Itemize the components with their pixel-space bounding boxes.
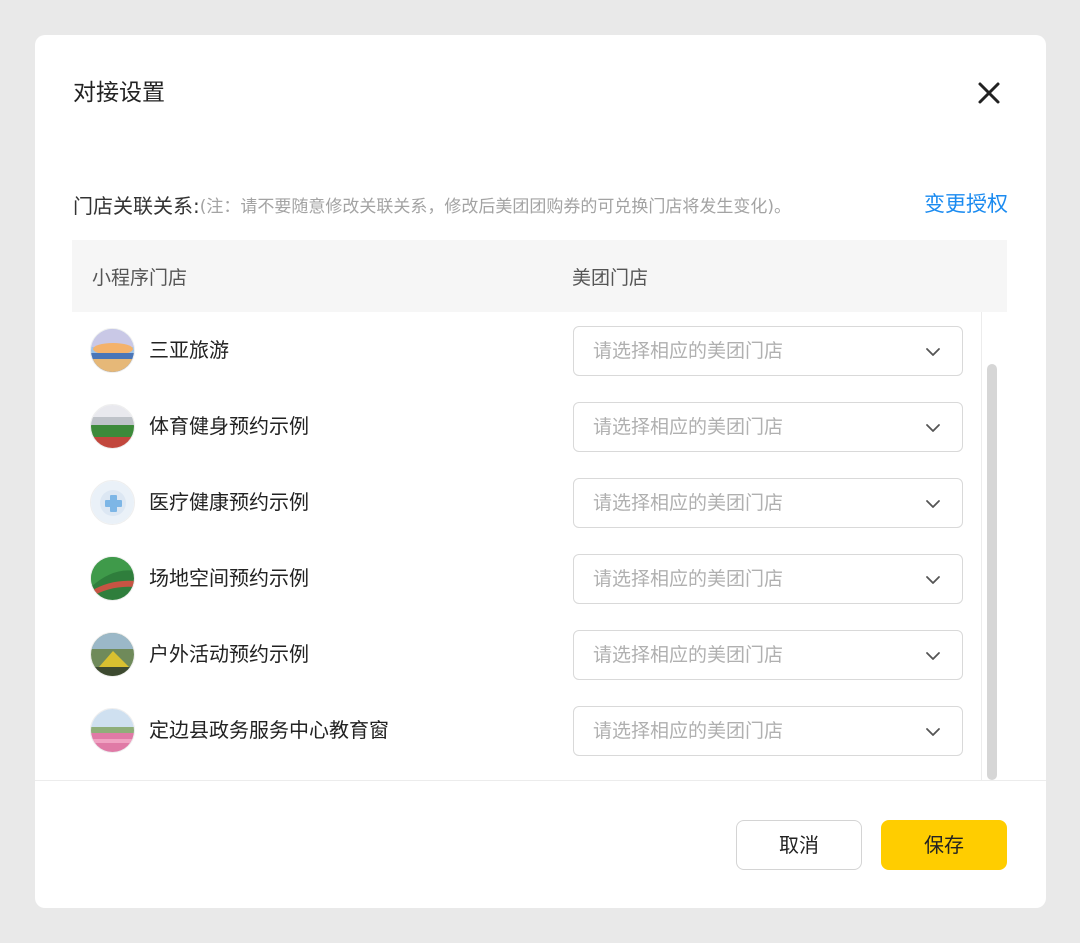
store-avatar — [90, 404, 135, 449]
store-avatar — [90, 556, 135, 601]
meituan-store-select[interactable]: 请选择相应的美团门店 — [573, 326, 963, 376]
meituan-store-select[interactable]: 请选择相应的美团门店 — [573, 478, 963, 528]
change-authorization-link[interactable]: 变更授权 — [924, 189, 1008, 219]
store-avatar — [90, 708, 135, 753]
store-relation-row: 门店关联关系: (注：请不要随意修改关联关系，修改后美团团购券的可兑换门店将发生… — [73, 189, 1008, 219]
select-placeholder: 请选择相应的美团门店 — [593, 568, 784, 590]
dialog-title: 对接设置 — [73, 80, 165, 106]
store-avatar — [90, 480, 135, 525]
chevron-down-icon — [924, 571, 942, 589]
store-avatar — [90, 328, 135, 373]
select-placeholder: 请选择相应的美团门店 — [593, 416, 784, 438]
meituan-store-select[interactable]: 请选择相应的美团门店 — [573, 554, 963, 604]
table-row: 定边县政务服务中心教育窗 请选择相应的美团门店 — [72, 692, 1007, 768]
select-placeholder: 请选择相应的美团门店 — [593, 492, 784, 514]
table-header: 小程序门店 美团门店 — [72, 240, 1007, 312]
column-header-meituan-store: 美团门店 — [572, 266, 649, 289]
chevron-down-icon — [924, 647, 942, 665]
store-name: 定边县政务服务中心教育窗 — [149, 718, 389, 742]
save-button[interactable]: 保存 — [881, 820, 1007, 870]
store-name: 场地空间预约示例 — [149, 566, 309, 590]
store-name: 医疗健康预约示例 — [149, 490, 309, 514]
select-placeholder: 请选择相应的美团门店 — [593, 340, 784, 362]
table-row: 体育健身预约示例 请选择相应的美团门店 — [72, 388, 1007, 464]
select-placeholder: 请选择相应的美团门店 — [593, 644, 784, 666]
meituan-store-select[interactable]: 请选择相应的美团门店 — [573, 630, 963, 680]
table-body: 三亚旅游 请选择相应的美团门店 体育健身预约示例 请选择相应的美团门店 医疗健康预约示例… — [72, 312, 1007, 768]
integration-settings-dialog: 对接设置 门店关联关系: (注：请不要随意修改关联关系，修改后美团团购券的可兑换… — [35, 35, 1046, 908]
table-row: 场地空间预约示例 请选择相应的美团门店 — [72, 540, 1007, 616]
relation-note: (注：请不要随意修改关联关系，修改后美团团购券的可兑换门店将发生变化)。 — [199, 196, 792, 217]
close-icon[interactable] — [973, 77, 1005, 109]
select-placeholder: 请选择相应的美团门店 — [593, 720, 784, 742]
store-name: 户外活动预约示例 — [149, 642, 309, 666]
meituan-store-select[interactable]: 请选择相应的美团门店 — [573, 402, 963, 452]
chevron-down-icon — [924, 723, 942, 741]
scrollbar-thumb[interactable] — [987, 364, 997, 780]
chevron-down-icon — [924, 343, 942, 361]
relation-label: 门店关联关系: — [73, 193, 200, 218]
footer-divider — [35, 780, 1046, 781]
table-row: 医疗健康预约示例 请选择相应的美团门店 — [72, 464, 1007, 540]
chevron-down-icon — [924, 419, 942, 437]
column-header-mini-program-store: 小程序门店 — [92, 266, 188, 289]
table-row: 户外活动预约示例 请选择相应的美团门店 — [72, 616, 1007, 692]
store-name: 体育健身预约示例 — [149, 414, 309, 438]
cancel-button[interactable]: 取消 — [736, 820, 862, 870]
store-avatar — [90, 632, 135, 677]
table-row: 三亚旅游 请选择相应的美团门店 — [72, 312, 1007, 388]
store-name: 三亚旅游 — [149, 338, 229, 362]
store-mapping-table: 小程序门店 美团门店 三亚旅游 请选择相应的美团门店 体育健身预约示例 请选择相应的美… — [72, 240, 1007, 780]
table-scrollbar[interactable] — [981, 312, 999, 780]
chevron-down-icon — [924, 495, 942, 513]
meituan-store-select[interactable]: 请选择相应的美团门店 — [573, 706, 963, 756]
